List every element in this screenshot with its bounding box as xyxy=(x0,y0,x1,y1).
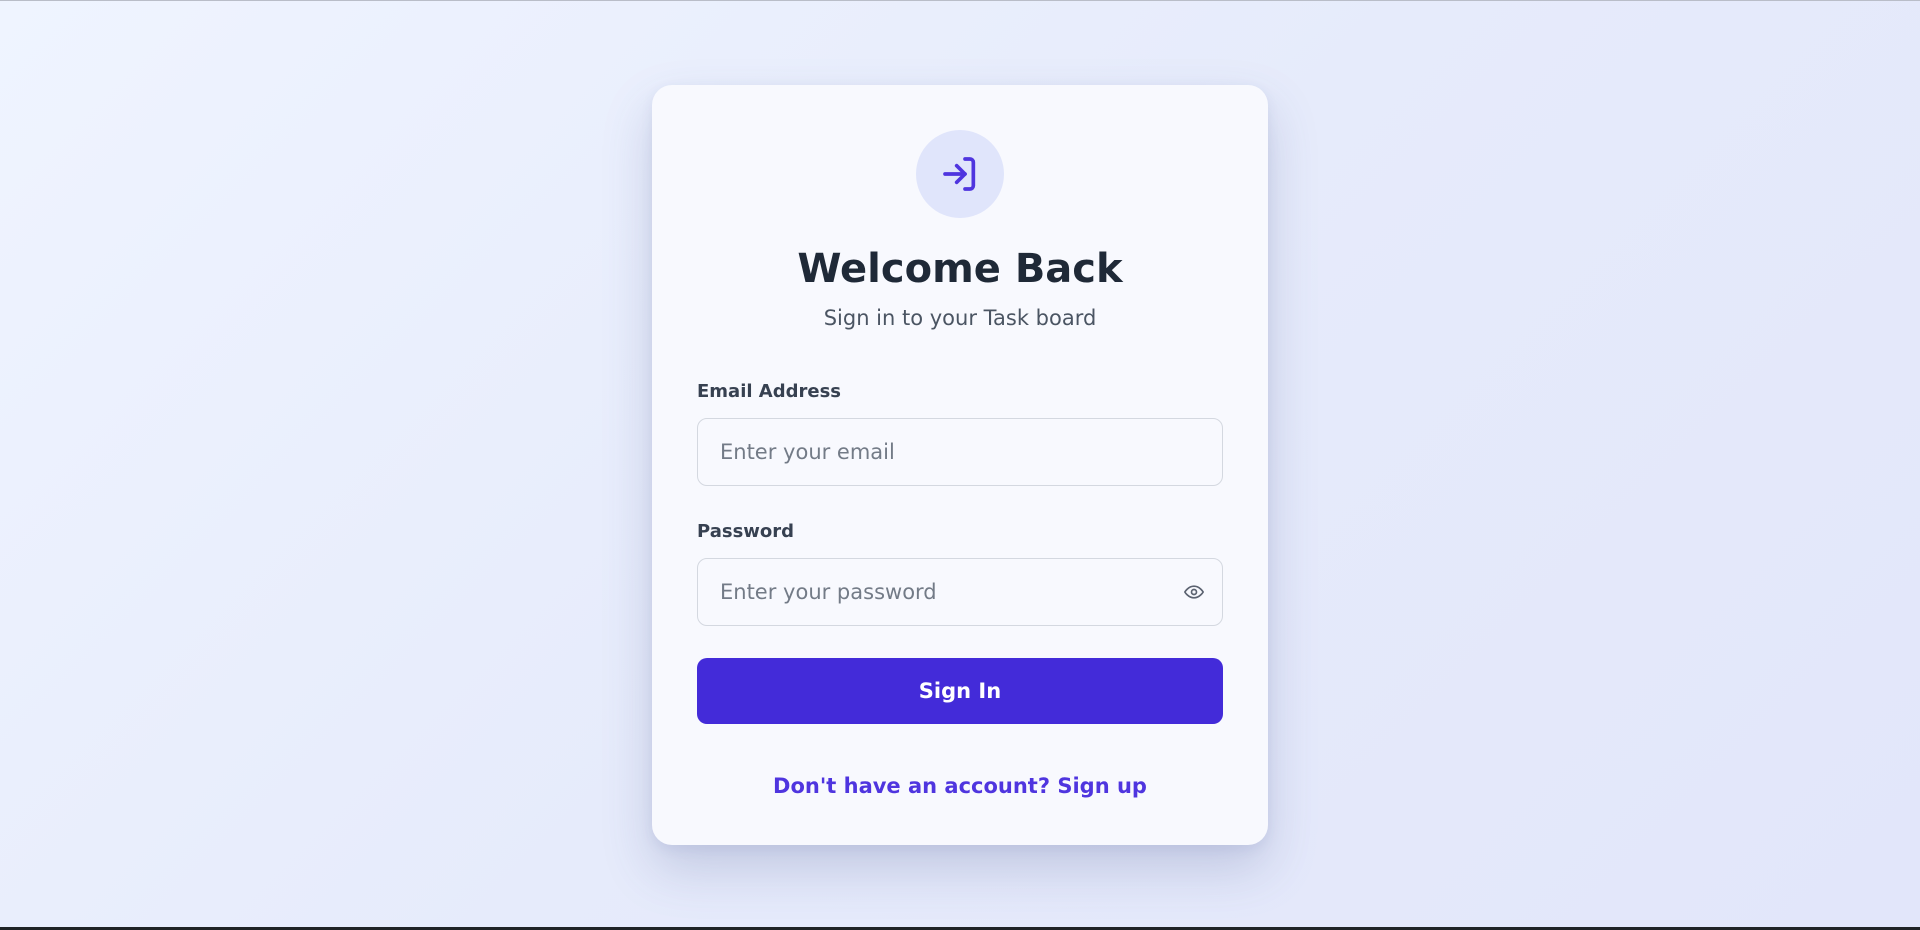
sign-in-button[interactable]: Sign In xyxy=(697,658,1223,724)
password-field[interactable] xyxy=(697,558,1223,626)
password-label: Password xyxy=(697,521,795,542)
login-icon-badge xyxy=(916,130,1004,218)
page-subtitle: Sign in to your Task board xyxy=(823,306,1097,330)
login-form: Email Address Password Sign In xyxy=(697,380,1223,724)
show-password-toggle[interactable] xyxy=(1181,580,1207,604)
login-icon xyxy=(943,157,976,191)
top-border xyxy=(0,0,1920,1)
email-field-wrapper xyxy=(697,418,1223,486)
email-field[interactable] xyxy=(697,418,1223,486)
login-card: Welcome Back Sign in to your Task board … xyxy=(652,85,1268,845)
email-label: Email Address xyxy=(697,381,842,402)
eye-icon xyxy=(1184,585,1204,599)
password-field-wrapper xyxy=(697,558,1223,626)
page-title: Welcome Back xyxy=(797,246,1123,292)
sign-up-link[interactable]: Don't have an account? Sign up xyxy=(697,772,1223,800)
